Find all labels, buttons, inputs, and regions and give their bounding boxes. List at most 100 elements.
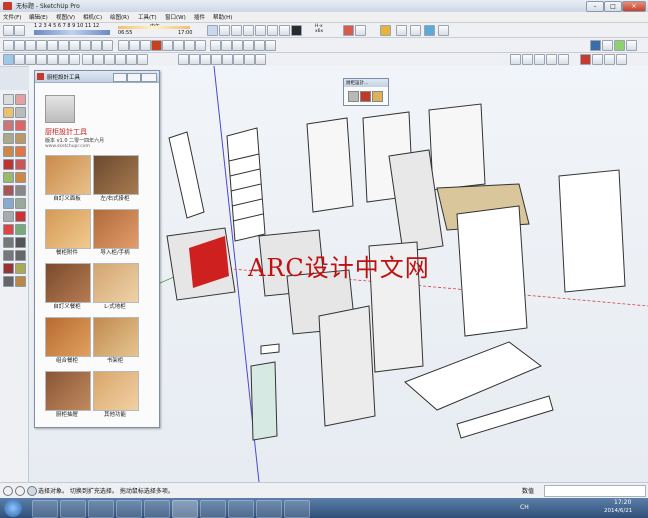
panel-tool-2[interactable]: 左/右式掛柜	[93, 155, 139, 202]
zoomwindow-tool-icon[interactable]	[3, 250, 14, 261]
followme-tool-icon[interactable]	[3, 185, 14, 196]
zoom-tool-icon[interactable]	[15, 237, 26, 248]
eraser-tool-icon[interactable]	[15, 94, 26, 105]
taskbar-app2-icon[interactable]	[228, 500, 254, 518]
position-tool-icon[interactable]	[15, 276, 26, 287]
new-file-icon[interactable]	[3, 25, 14, 36]
move-tool-icon[interactable]	[3, 159, 14, 170]
polygon-tool-icon[interactable]	[15, 133, 26, 144]
back-icon[interactable]	[58, 54, 69, 65]
hook-icon[interactable]	[162, 40, 173, 51]
panel-tool-9[interactable]: 厨柜抽屉	[45, 371, 91, 418]
taskbar-media-icon[interactable]	[88, 500, 114, 518]
zoomextents-tool-icon[interactable]	[15, 250, 26, 261]
combo-cabinet-icon[interactable]	[45, 317, 91, 357]
taskbar-ie-icon[interactable]	[32, 500, 58, 518]
compass-icon[interactable]	[558, 54, 569, 65]
section-tool-icon[interactable]	[3, 276, 14, 287]
hidden-line-icon[interactable]	[104, 54, 115, 65]
ruby-console-icon[interactable]	[580, 54, 591, 65]
extension-icon[interactable]	[616, 54, 627, 65]
drawer-icon[interactable]	[45, 371, 91, 411]
component-icon[interactable]	[265, 40, 276, 51]
measurements-input[interactable]	[544, 485, 646, 497]
window-icon[interactable]	[243, 40, 254, 51]
offset-tool-icon[interactable]	[15, 172, 26, 183]
circle-tool-icon[interactable]	[3, 133, 14, 144]
line-tool-icon[interactable]	[15, 107, 26, 118]
line-icon[interactable]	[173, 40, 184, 51]
pushpull-icon[interactable]	[47, 40, 58, 51]
freehand-tool-icon[interactable]	[3, 146, 14, 157]
styles-icon[interactable]	[614, 40, 625, 51]
shadow-time-slider[interactable]	[118, 26, 190, 29]
bookshelf-icon[interactable]	[93, 317, 139, 357]
minimize-button[interactable]: –	[586, 1, 604, 12]
large-tool-icon[interactable]	[207, 25, 218, 36]
cabinet-tool-red-icon[interactable]	[360, 91, 371, 102]
menu-help[interactable]: 帮助(H)	[213, 13, 232, 21]
shaded-icon[interactable]	[115, 54, 126, 65]
custom-panel-icon[interactable]	[45, 155, 91, 195]
panel-tool-8[interactable]: 书架柜	[93, 317, 139, 364]
menu-camera[interactable]: 相机(C)	[83, 13, 102, 21]
import-handle-icon[interactable]	[93, 209, 139, 249]
back-view-icon[interactable]	[91, 40, 102, 51]
text-tool-icon[interactable]	[3, 211, 14, 222]
pan-tool-icon[interactable]	[3, 237, 14, 248]
slab-icon[interactable]	[279, 25, 290, 36]
custom-cabinet-icon[interactable]	[45, 263, 91, 303]
stair-icon[interactable]	[195, 40, 206, 51]
shapes-icon[interactable]	[219, 25, 230, 36]
menu-view[interactable]: 视图(V)	[56, 13, 75, 21]
menu-edit[interactable]: 编辑(E)	[29, 13, 48, 21]
sphere-icon[interactable]	[355, 25, 366, 36]
tape-tool-icon[interactable]	[15, 185, 26, 196]
l-base-cabinet-icon[interactable]	[93, 263, 139, 303]
scale-tool-icon[interactable]	[3, 172, 14, 183]
shadow-month-slider[interactable]	[34, 30, 110, 35]
menu-tools[interactable]: 工具(T)	[138, 13, 157, 21]
rectangle-tool-icon[interactable]	[15, 120, 26, 131]
monochrome-icon[interactable]	[137, 54, 148, 65]
wireframe-icon[interactable]	[93, 54, 104, 65]
circle-tool-icon[interactable]	[438, 25, 449, 36]
target-icon[interactable]	[546, 54, 557, 65]
other-functions-icon[interactable]	[93, 371, 139, 411]
panel-minimize-button[interactable]	[113, 73, 127, 82]
scenes-icon[interactable]	[626, 40, 637, 51]
move-icon[interactable]	[396, 25, 407, 36]
zoom-window-icon[interactable]	[200, 54, 211, 65]
panel-tool-4[interactable]: 导入柜/手柄	[93, 209, 139, 256]
outliner-icon[interactable]	[602, 40, 613, 51]
taskbar-sketchup-icon[interactable]	[172, 500, 198, 518]
taskbar-qq-icon[interactable]	[144, 500, 170, 518]
front-view-icon[interactable]	[80, 40, 91, 51]
geo-location-icon[interactable]	[3, 486, 13, 496]
zoom-extents-icon[interactable]	[211, 54, 222, 65]
input-language[interactable]: CH	[520, 504, 529, 511]
lookaround-tool-icon[interactable]	[15, 263, 26, 274]
taskbar-explorer-icon[interactable]	[60, 500, 86, 518]
settings-icon[interactable]	[510, 54, 521, 65]
menu-plugins[interactable]: 插件	[194, 13, 205, 21]
menu-file[interactable]: 文件(F)	[3, 13, 21, 21]
terrain-icon[interactable]	[291, 25, 302, 36]
paint-icon[interactable]	[343, 25, 354, 36]
panel-maximize-button[interactable]	[127, 73, 141, 82]
iso-view-icon[interactable]	[14, 54, 25, 65]
cylinder-icon[interactable]	[424, 25, 435, 36]
arrow-down-icon[interactable]	[151, 40, 162, 51]
wall-icon[interactable]	[232, 40, 243, 51]
zoom-icon[interactable]	[189, 54, 200, 65]
follow-icon[interactable]	[129, 40, 140, 51]
pen-icon[interactable]	[221, 40, 232, 51]
warehouse-icon[interactable]	[604, 54, 615, 65]
dimension-icon[interactable]	[184, 40, 195, 51]
cabinet-tool-wood-icon[interactable]	[372, 91, 383, 102]
taskbar-app4-icon[interactable]	[284, 500, 310, 518]
layer-icon[interactable]	[255, 25, 266, 36]
taskbar-chrome-icon[interactable]	[116, 500, 142, 518]
help-icon[interactable]	[27, 486, 37, 496]
cabinet-accessory-icon[interactable]	[45, 209, 91, 249]
